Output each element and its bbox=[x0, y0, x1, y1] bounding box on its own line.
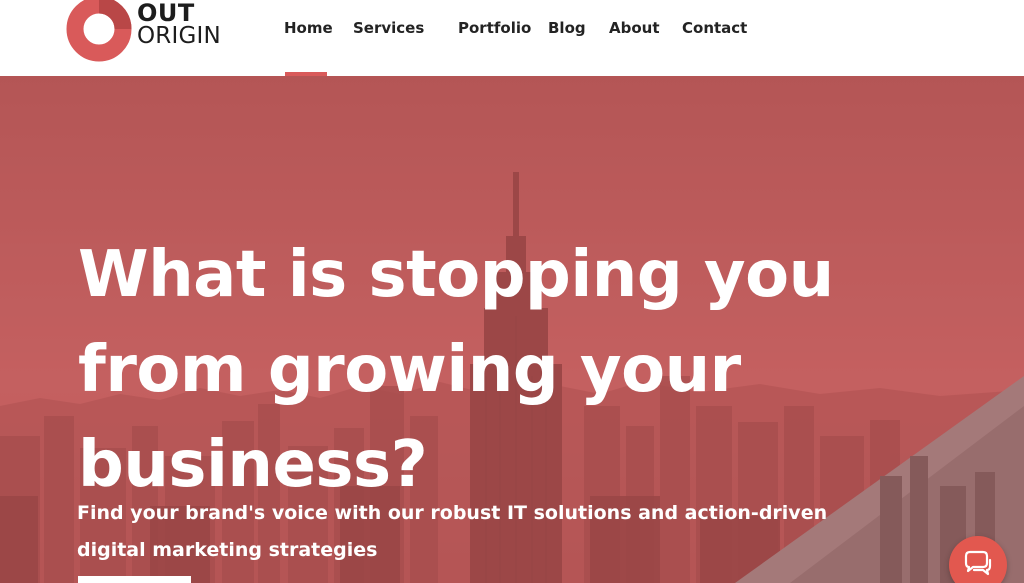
hero-headline: What is stopping you from growing your b… bbox=[78, 228, 958, 513]
main-navigation: Home Services Portfolio Blog About Conta… bbox=[0, 0, 1024, 76]
nav-services[interactable]: Services bbox=[353, 19, 424, 41]
hero-subtext: Find your brand's voice with our robust … bbox=[77, 495, 917, 569]
headline-line-2: from growing your bbox=[78, 333, 741, 407]
chat-bubbles-icon bbox=[964, 550, 992, 576]
nav-contact[interactable]: Contact bbox=[682, 19, 747, 41]
nav-about[interactable]: About bbox=[609, 19, 660, 41]
subtext-line-2: digital marketing strategies bbox=[77, 539, 378, 561]
nav-blog[interactable]: Blog bbox=[548, 19, 586, 41]
site-header: OUT ORIGIN Home Services Portfolio Blog … bbox=[0, 0, 1024, 76]
headline-line-1: What is stopping you bbox=[78, 238, 834, 312]
nav-portfolio[interactable]: Portfolio bbox=[458, 19, 531, 41]
hero-section: What is stopping you from growing your b… bbox=[0, 76, 1024, 583]
nav-home[interactable]: Home bbox=[284, 19, 333, 41]
hero-cta-button[interactable] bbox=[78, 576, 191, 583]
subtext-line-1: Find your brand's voice with our robust … bbox=[77, 502, 828, 524]
